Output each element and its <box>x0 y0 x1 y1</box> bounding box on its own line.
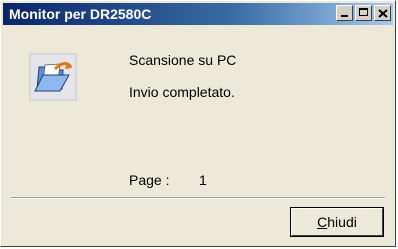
status-line-2: Invio completato. <box>129 84 235 100</box>
page-value: 1 <box>199 172 207 188</box>
close-button[interactable]: Chiudi <box>290 207 384 237</box>
open-folder-icon <box>29 53 77 101</box>
close-button-mnemonic: C <box>317 214 328 230</box>
close-window-button[interactable] <box>374 5 391 21</box>
title-bar[interactable]: Monitor per DR2580C <box>3 3 393 25</box>
window-title: Monitor per DR2580C <box>9 6 152 22</box>
page-label: Page : <box>129 172 170 188</box>
maximize-button[interactable] <box>355 5 372 21</box>
close-button-label: hiudi <box>327 214 357 230</box>
separator <box>11 197 385 199</box>
minimize-button[interactable] <box>336 5 353 21</box>
close-icon <box>378 9 388 18</box>
dialog-window: Monitor per DR2580C Scansione su PC Invi… <box>0 0 396 247</box>
status-line-1: Scansione su PC <box>129 52 237 68</box>
title-buttons <box>334 5 391 21</box>
